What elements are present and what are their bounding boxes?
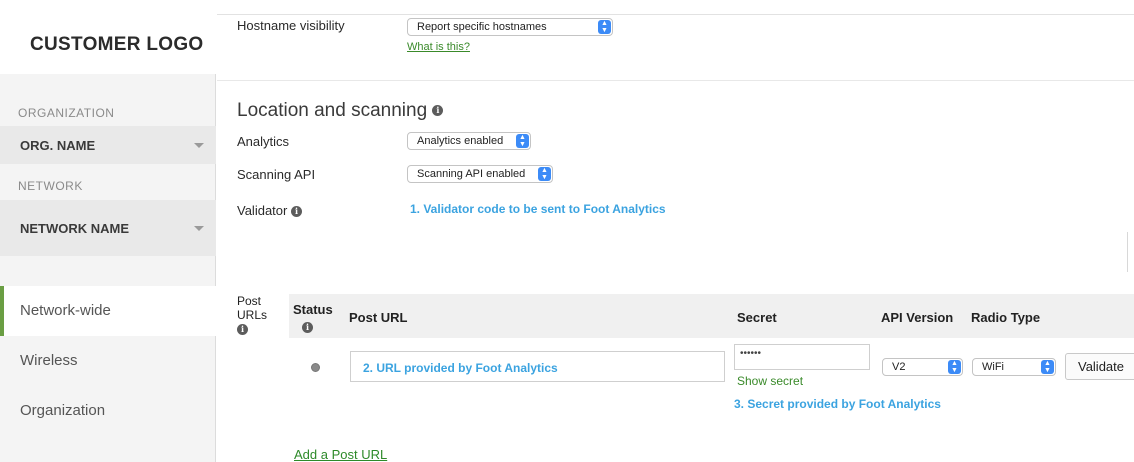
chevron-down-icon <box>194 226 204 231</box>
select-arrows-icon: ▲ ▼ <box>538 167 551 181</box>
show-secret-link[interactable]: Show secret <box>737 374 803 388</box>
nav-item-label: Wireless <box>20 352 78 369</box>
scrollbar[interactable] <box>1127 232 1128 272</box>
api-version-column-header: API Version <box>881 310 954 325</box>
nav-item-label: Network-wide <box>20 302 111 319</box>
chevron-down-icon <box>194 143 204 148</box>
radio-type-column-header: Radio Type <box>971 310 1041 325</box>
organization-select[interactable]: ORG. NAME <box>0 126 216 164</box>
post-urls-table-header: Status i Post URL Secret API Version Rad… <box>289 294 1134 338</box>
select-arrows-icon: ▲ ▼ <box>948 360 961 374</box>
sidebar: CUSTOMER LOGO ORGANIZATION ORG. NAME NET… <box>0 0 216 462</box>
status-column-header: Status i <box>293 302 333 334</box>
scanning-api-select[interactable]: Scanning API enabled ▲ ▼ <box>407 165 553 183</box>
post-url-column-header: Post URL <box>349 310 408 325</box>
secret-column-header: Secret <box>737 310 777 325</box>
section-divider <box>217 80 1134 81</box>
post-urls-label-line2: URLs <box>237 308 268 322</box>
customer-logo[interactable]: CUSTOMER LOGO <box>30 34 204 56</box>
network-label: NETWORK <box>18 179 83 193</box>
post-url-value: 2. URL provided by Foot Analytics <box>363 361 558 375</box>
radio-type-select[interactable]: WiFi ▲ ▼ <box>972 358 1056 376</box>
select-arrows-icon: ▲ ▼ <box>516 134 529 148</box>
what-is-this-link[interactable]: What is this? <box>407 41 470 53</box>
info-icon[interactable]: i <box>290 206 302 218</box>
select-arrows-icon: ▲ ▼ <box>598 20 611 34</box>
section-title-text: Location and scanning <box>237 100 428 121</box>
status-indicator <box>311 363 320 372</box>
validator-row: Validator i <box>237 203 302 218</box>
nav-item-wireless[interactable]: Wireless <box>0 336 216 386</box>
nav-item-label: Organization <box>20 402 106 419</box>
nav-item-network-wide[interactable]: Network-wide <box>0 286 216 336</box>
top-divider <box>217 14 1134 15</box>
api-version-value: V2 <box>892 361 906 373</box>
info-icon[interactable]: i <box>302 322 313 334</box>
analytics-label: Analytics <box>237 134 290 149</box>
hostname-visibility-value: Report specific hostnames <box>417 21 547 33</box>
analytics-select[interactable]: Analytics enabled ▲ ▼ <box>407 132 531 150</box>
scanning-api-value: Scanning API enabled <box>417 168 526 180</box>
hostname-visibility-select[interactable]: Report specific hostnames ▲ ▼ <box>407 18 613 36</box>
info-icon[interactable]: i <box>432 105 444 117</box>
validator-label: Validator <box>237 203 288 218</box>
network-name: NETWORK NAME <box>20 221 130 236</box>
secret-input[interactable]: •••••• <box>734 344 870 370</box>
network-select[interactable]: NETWORK NAME <box>0 200 216 256</box>
validate-button[interactable]: Validate <box>1065 353 1134 380</box>
add-post-url-link[interactable]: Add a Post URL <box>294 447 387 462</box>
select-arrows-icon: ▲ ▼ <box>1041 360 1054 374</box>
post-urls-label-line1: Post <box>237 294 262 308</box>
analytics-value: Analytics enabled <box>417 135 504 147</box>
radio-type-value: WiFi <box>982 361 1004 373</box>
status-header-text: Status <box>293 302 333 317</box>
scanning-api-label: Scanning API <box>237 167 316 182</box>
post-url-input[interactable]: 2. URL provided by Foot Analytics <box>350 351 725 382</box>
main-content: Hostname visibility Report specific host… <box>217 0 1134 462</box>
secret-note: 3. Secret provided by Foot Analytics <box>734 397 941 411</box>
location-scanning-title: Location and scanning i <box>237 100 444 122</box>
organization-label: ORGANIZATION <box>18 106 115 120</box>
post-urls-label: Post URLs i <box>237 294 267 336</box>
api-version-select[interactable]: V2 ▲ ▼ <box>882 358 963 376</box>
validator-note: 1. Validator code to be sent to Foot Ana… <box>410 202 666 216</box>
info-icon[interactable]: i <box>237 324 248 336</box>
nav-item-organization[interactable]: Organization <box>0 386 216 436</box>
organization-name: ORG. NAME <box>20 138 96 153</box>
hostname-visibility-label: Hostname visibility <box>237 18 345 33</box>
logo-area: CUSTOMER LOGO <box>0 0 216 74</box>
